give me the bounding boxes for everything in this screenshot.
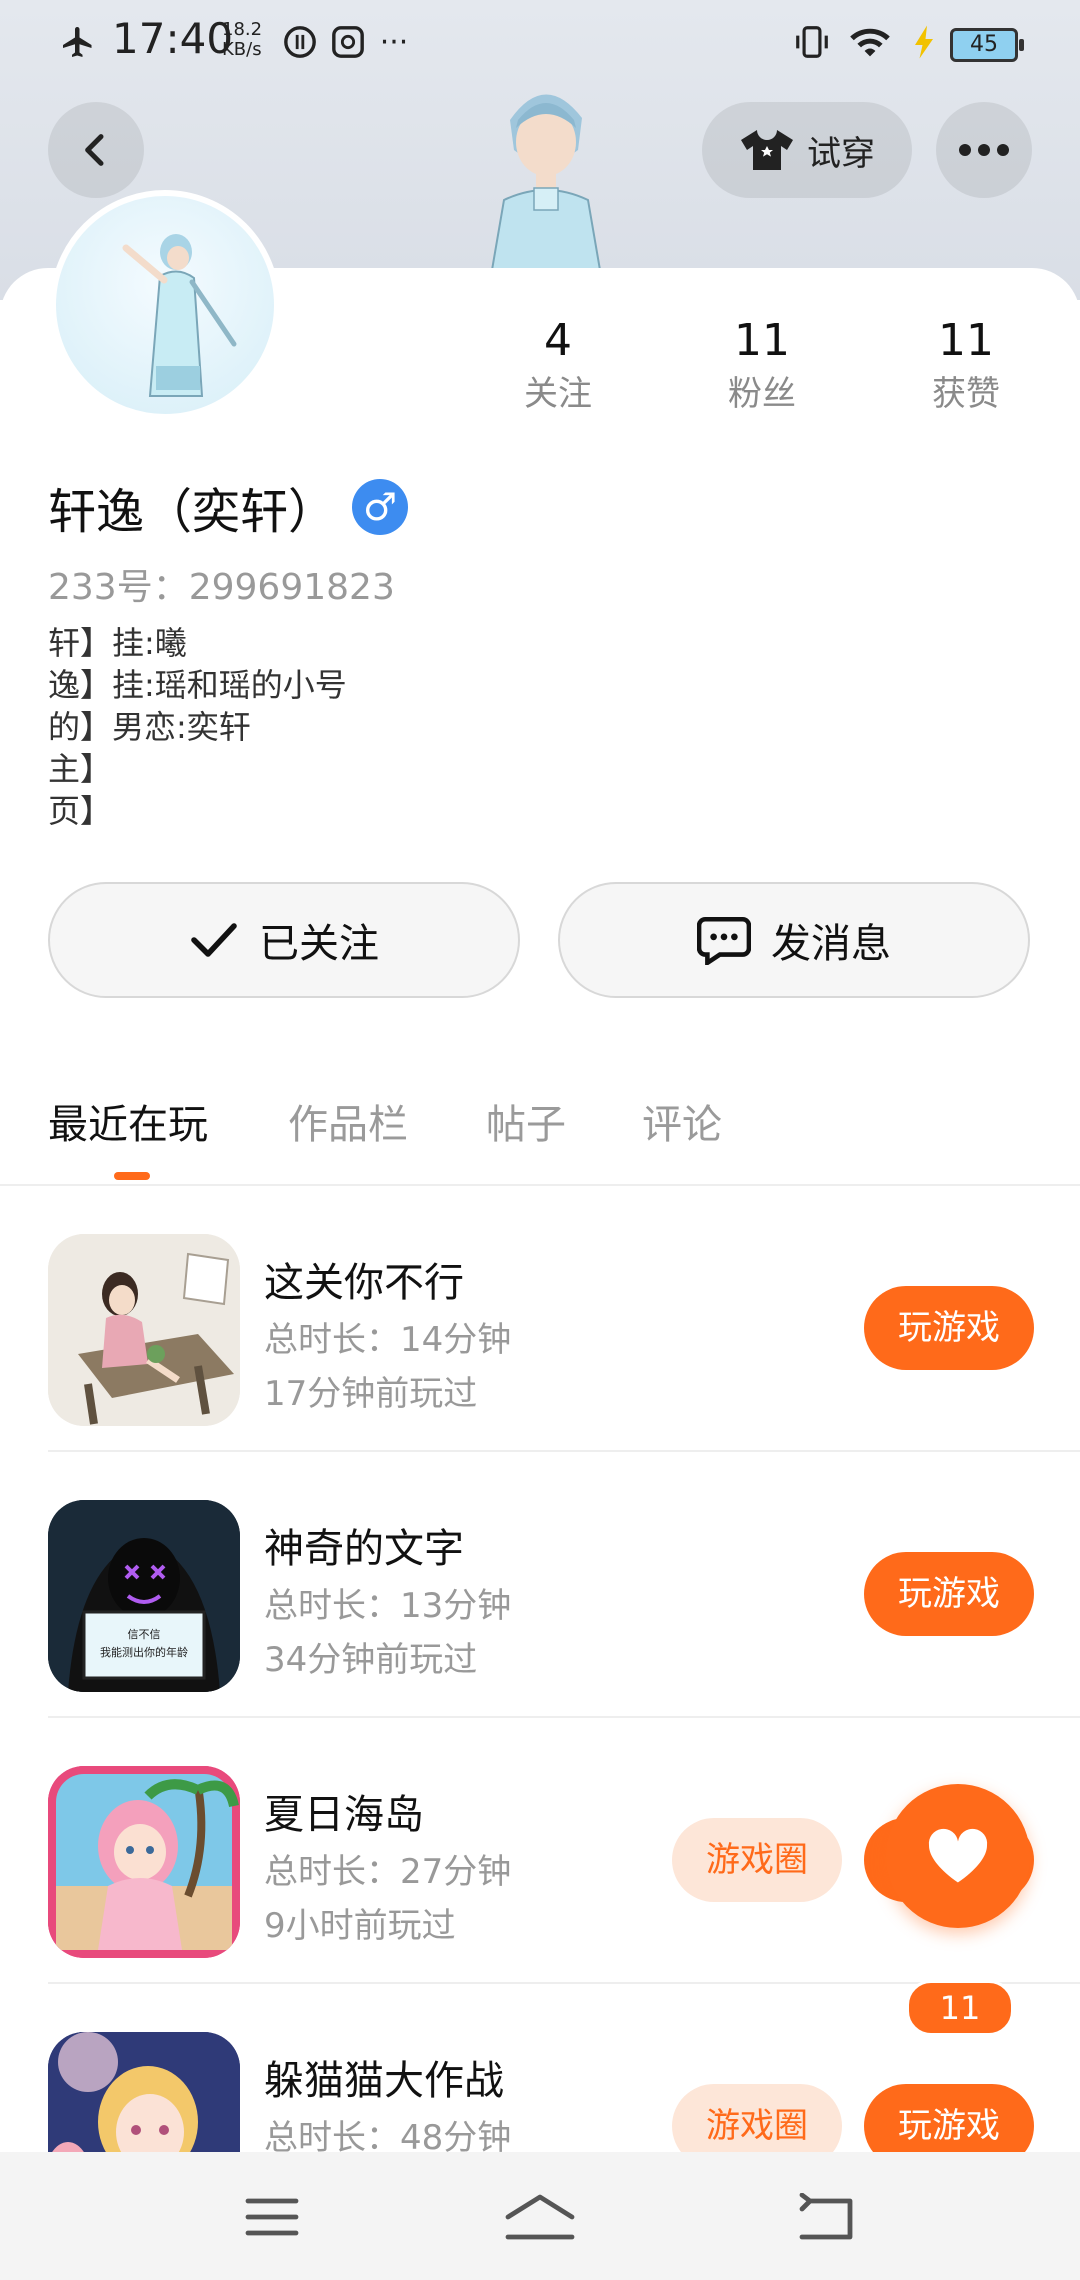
more-options-button[interactable] xyxy=(936,102,1032,198)
game-title: 夏日海岛 xyxy=(264,1792,424,1838)
home-icon xyxy=(505,2194,575,2240)
user-id: 233号：299691823 xyxy=(48,567,395,608)
bio-line: 逸】挂:瑶和瑶的小号 xyxy=(48,666,347,704)
status-time: 17:40 xyxy=(112,14,234,63)
list-item[interactable]: 信不信 我能测出你的年龄 神奇的文字 总时长：13分钟 34分钟前玩过 玩游戏 xyxy=(48,1452,1080,1718)
game-duration: 总时长：27分钟 xyxy=(264,1852,512,1892)
network-speed-value: 18.2 xyxy=(222,19,263,40)
game-icon xyxy=(48,1234,240,1426)
return-icon xyxy=(799,2193,853,2240)
tab-posts[interactable]: 帖子 xyxy=(486,1092,566,1150)
game-circle-button[interactable]: 游戏圈 xyxy=(672,1818,842,1902)
game-icon-text-line-2: 我能测出你的年龄 xyxy=(100,1645,188,1659)
likes-count: 11 xyxy=(938,315,994,366)
followed-button[interactable]: 已关注 xyxy=(48,882,520,998)
game-icon-text-line-1: 信不信 xyxy=(128,1628,161,1641)
system-back-button[interactable] xyxy=(764,2182,884,2252)
notification-app-icon xyxy=(280,22,320,62)
game-last-played: 17分钟前玩过 xyxy=(264,1374,478,1414)
game-icon: 信不信 我能测出你的年龄 xyxy=(48,1500,240,1692)
game-title: 神奇的文字 xyxy=(264,1526,464,1572)
back-button[interactable] xyxy=(48,102,144,198)
following-count: 4 xyxy=(544,315,572,366)
bio-line: 主】 xyxy=(48,750,113,788)
stat-likes[interactable]: 11 获赞 xyxy=(896,314,1036,416)
network-speed-unit: KB/s xyxy=(222,39,262,60)
stat-following[interactable]: 4 关注 xyxy=(488,314,628,416)
list-item[interactable]: 这关你不行 总时长：14分钟 17分钟前玩过 玩游戏 xyxy=(48,1186,1080,1452)
game-title: 这关你不行 xyxy=(264,1260,464,1306)
game-title: 躲猫猫大作战 xyxy=(264,2058,504,2104)
try-on-label: 试穿 xyxy=(807,133,875,174)
bio-line: 轩】挂:曦 xyxy=(48,624,187,662)
game-duration: 总时长：14分钟 xyxy=(264,1320,512,1360)
airplane-mode-icon xyxy=(56,22,100,62)
avatar-character-figure xyxy=(470,80,620,271)
tab-works[interactable]: 作品栏 xyxy=(288,1092,408,1150)
play-game-button[interactable]: 玩游戏 xyxy=(864,1552,1034,1636)
game-last-played: 9小时前玩过 xyxy=(264,1906,456,1946)
following-label: 关注 xyxy=(524,374,592,414)
send-message-button[interactable]: 发消息 xyxy=(558,882,1030,998)
followed-label: 已关注 xyxy=(259,921,379,967)
active-tab-indicator xyxy=(114,1172,150,1180)
recent-apps-button[interactable] xyxy=(212,2182,332,2252)
male-gender-icon: ♂ xyxy=(352,479,408,535)
game-icon xyxy=(48,1766,240,1958)
game-last-played: 34分钟前玩过 xyxy=(264,1640,478,1680)
menu-icon xyxy=(245,2198,299,2236)
tab-recently-played[interactable]: 最近在玩 xyxy=(48,1092,208,1150)
stat-followers[interactable]: 11 粉丝 xyxy=(692,314,832,416)
vibrate-icon xyxy=(790,22,834,62)
user-name: 轩逸（奕轩） xyxy=(48,484,337,540)
like-floating-button[interactable] xyxy=(886,1784,1030,1928)
likes-label: 获赞 xyxy=(932,374,1000,414)
tab-comments[interactable]: 评论 xyxy=(642,1092,722,1150)
user-avatar[interactable] xyxy=(50,190,280,420)
bio-line: 的】男恋:奕轩 xyxy=(48,708,251,746)
play-game-button[interactable]: 玩游戏 xyxy=(864,1286,1034,1370)
like-count-badge: 11 xyxy=(906,1980,1014,2036)
more-notifications-icon: ··· xyxy=(379,24,409,60)
game-duration: 总时长：13分钟 xyxy=(264,1586,512,1626)
battery-indicator: 45 xyxy=(950,28,1024,62)
status-bar: 17:40 18.2 KB/s ··· 45 xyxy=(0,0,1080,84)
heart-icon xyxy=(928,1828,988,1883)
wifi-icon xyxy=(846,22,894,62)
back-arrow-icon xyxy=(85,134,104,166)
followers-count: 11 xyxy=(734,315,790,366)
notification-app-icon-2 xyxy=(328,22,368,62)
checkmark-icon xyxy=(191,923,237,957)
followers-label: 粉丝 xyxy=(728,374,796,414)
charging-icon xyxy=(904,22,944,62)
tshirt-icon xyxy=(741,130,793,170)
try-on-button[interactable]: 试穿 xyxy=(702,102,912,198)
user-bio: 轩】挂:曦 逸】挂:瑶和瑶的小号 的】男恋:奕轩 主】 页】 xyxy=(48,622,347,832)
more-dots-icon xyxy=(959,144,1009,156)
bio-line: 页】 xyxy=(48,792,113,830)
chat-bubble-icon xyxy=(697,916,751,965)
send-message-label: 发消息 xyxy=(771,921,891,967)
profile-tabs: 最近在玩 作品栏 帖子 评论 xyxy=(0,1080,1080,1186)
system-navigation-bar xyxy=(0,2152,1080,2280)
network-speed: 18.2 KB/s xyxy=(222,20,262,60)
home-button[interactable] xyxy=(480,2182,600,2252)
